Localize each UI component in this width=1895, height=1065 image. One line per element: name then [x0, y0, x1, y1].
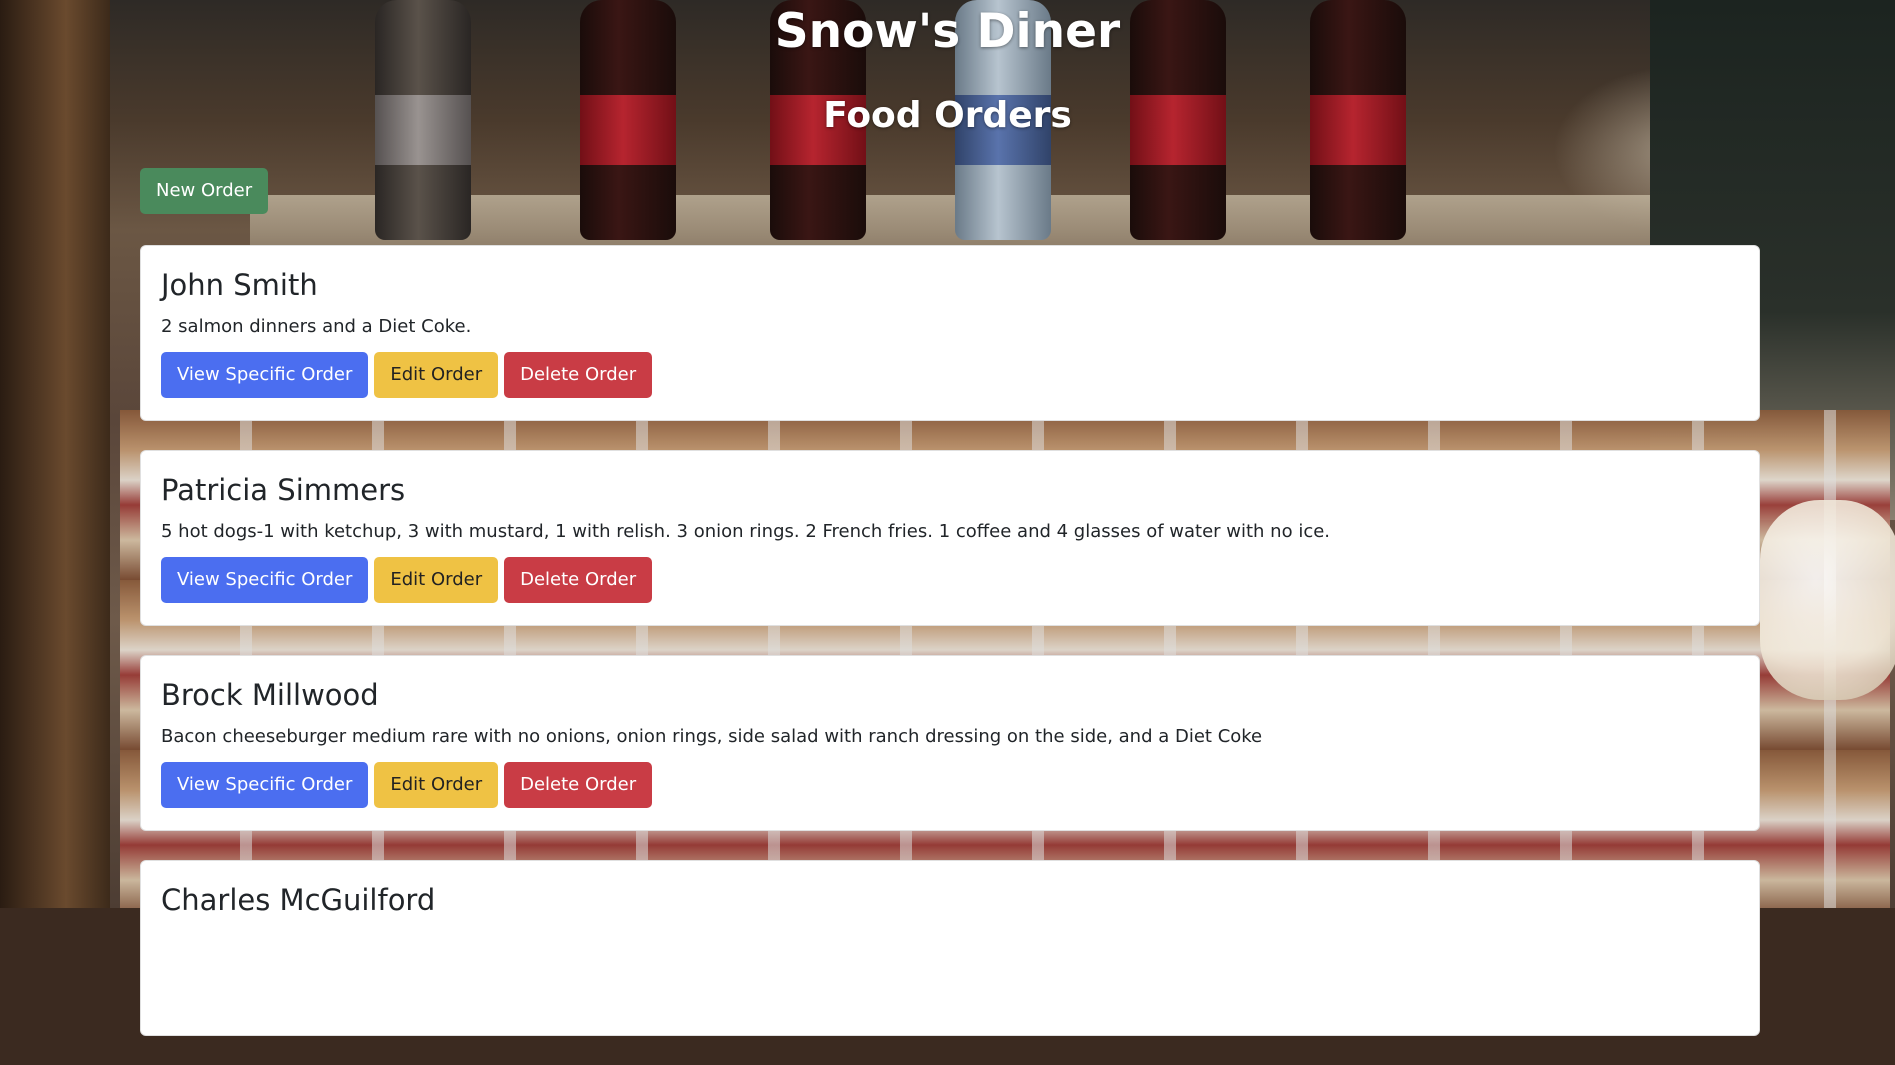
order-customer-name: Patricia Simmers: [161, 473, 406, 507]
edit-order-button[interactable]: Edit Order: [374, 762, 499, 808]
order-card: John Smith 2 salmon dinners and a Diet C…: [140, 245, 1760, 421]
order-customer-name: Brock Millwood: [161, 678, 379, 712]
page-title: Food Orders: [823, 95, 1072, 136]
order-card: Patricia Simmers 5 hot dogs-1 with ketch…: [140, 450, 1760, 626]
view-order-button[interactable]: View Specific Order: [161, 762, 369, 808]
edit-order-button[interactable]: Edit Order: [374, 352, 499, 398]
order-description: 2 salmon dinners and a Diet Coke.: [161, 316, 472, 337]
edit-order-button[interactable]: Edit Order: [374, 557, 499, 603]
order-description: 5 hot dogs-1 with ketchup, 3 with mustar…: [161, 521, 1331, 542]
view-order-button[interactable]: View Specific Order: [161, 557, 369, 603]
page-content: Snow's Diner Food Orders New Order John …: [0, 0, 1895, 1036]
orders-list: John Smith 2 salmon dinners and a Diet C…: [140, 245, 1760, 1065]
order-customer-name: Charles McGuilford: [161, 883, 436, 917]
view-order-button[interactable]: View Specific Order: [161, 352, 369, 398]
site-title: Snow's Diner: [774, 4, 1121, 59]
order-actions: View Specific Order Edit Order Delete Or…: [161, 762, 1739, 808]
order-actions: View Specific Order Edit Order Delete Or…: [161, 557, 1739, 603]
new-order-button[interactable]: New Order: [140, 168, 269, 214]
delete-order-button[interactable]: Delete Order: [504, 352, 653, 398]
order-card: Brock Millwood Bacon cheeseburger medium…: [140, 655, 1760, 831]
order-customer-name: John Smith: [161, 268, 318, 302]
order-actions: View Specific Order Edit Order Delete Or…: [161, 352, 1739, 398]
delete-order-button[interactable]: Delete Order: [504, 557, 653, 603]
order-description: Bacon cheeseburger medium rare with no o…: [161, 726, 1263, 747]
order-card: Charles McGuilford: [140, 860, 1760, 1036]
delete-order-button[interactable]: Delete Order: [504, 762, 653, 808]
